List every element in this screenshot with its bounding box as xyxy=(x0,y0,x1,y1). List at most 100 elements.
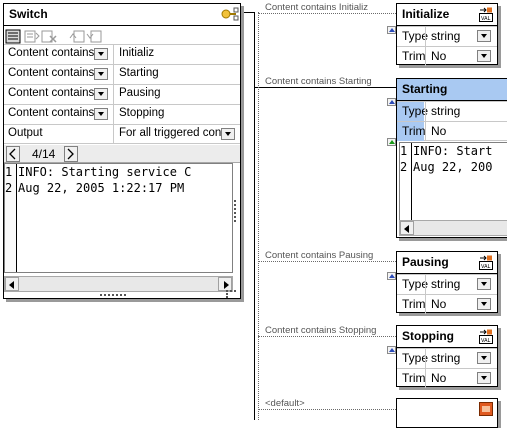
condition-type-dropdown[interactable] xyxy=(94,108,108,120)
stopping-input-port[interactable] xyxy=(387,346,396,354)
pager-prev-button[interactable] xyxy=(6,146,20,162)
switch-condition-row[interactable]: Content contains Starting xyxy=(4,64,240,84)
pausing-component[interactable]: Pausing VAL Type string Trim No xyxy=(396,251,498,314)
type-value[interactable]: string xyxy=(425,349,497,368)
switch-trunk-line xyxy=(254,12,255,420)
connector-pausing xyxy=(258,261,396,262)
stopping-type-row[interactable]: Type string xyxy=(397,348,497,368)
switch-condition-row[interactable]: Content contains Initializ xyxy=(4,44,240,64)
default-target-component[interactable] xyxy=(396,398,498,428)
switch-preview-console[interactable]: 1 INFO: Starting service C 2 Aug 22, 2005 … xyxy=(4,163,233,273)
trim-dropdown[interactable] xyxy=(477,298,491,310)
initialize-input-port[interactable] xyxy=(387,26,396,34)
resize-corner-grip[interactable] xyxy=(226,290,236,298)
starting-horizontal-scrollbar[interactable] xyxy=(399,220,507,236)
pager-next-button[interactable] xyxy=(64,146,78,162)
switch-toolbar-delete-icon[interactable] xyxy=(41,29,57,44)
condition-value-cell[interactable]: Stopping xyxy=(115,105,240,124)
connector-label-pausing: Content contains Pausing xyxy=(265,250,374,261)
connector-default xyxy=(258,409,396,410)
starting-input-port[interactable] xyxy=(387,98,396,106)
condition-type-dropdown[interactable] xyxy=(94,88,108,100)
condition-value-cell[interactable]: Starting xyxy=(115,65,240,84)
pausing-trim-row[interactable]: Trim No xyxy=(397,294,497,314)
condition-type-cell[interactable]: Content contains xyxy=(4,85,114,104)
starting-component[interactable]: Starting Type string Trim No 1 INFO: Star… xyxy=(396,78,507,238)
switch-output-key-icon[interactable] xyxy=(221,6,239,22)
condition-type-cell[interactable]: Content contains xyxy=(4,65,114,84)
condition-type-cell[interactable]: Content contains xyxy=(4,45,114,64)
console-line-text: INFO: Start xyxy=(413,144,493,158)
stopping-component[interactable]: Stopping VAL Type string Trim No xyxy=(396,325,498,388)
type-label: Type xyxy=(402,351,429,365)
type-value[interactable]: string xyxy=(425,275,497,294)
pager-counter: 4/14 xyxy=(32,147,56,161)
trim-dropdown[interactable] xyxy=(477,372,491,384)
starting-type-row[interactable]: Type string xyxy=(397,101,507,121)
output-dropdown[interactable] xyxy=(221,128,235,140)
condition-type-text: Content contains xyxy=(8,107,95,119)
trim-value-text: No xyxy=(431,297,447,311)
connector-label-initialize: Content contains Initializ xyxy=(265,2,368,13)
switch-output-row[interactable]: Output For all triggered con... xyxy=(4,124,240,144)
starting-trim-row[interactable]: Trim No xyxy=(397,121,507,141)
switch-toolbar-move-down-icon[interactable] xyxy=(86,29,102,44)
type-value-text: string xyxy=(431,29,461,43)
trim-label: Trim xyxy=(402,49,426,63)
trim-value[interactable]: No xyxy=(425,295,497,314)
switch-toolbar-edit-icon[interactable] xyxy=(5,29,21,44)
type-value[interactable]: string xyxy=(425,27,497,46)
trim-label: Trim xyxy=(397,122,426,141)
type-value[interactable]: string xyxy=(425,102,507,121)
initialize-trim-row[interactable]: Trim No xyxy=(397,46,497,66)
svg-text:VAL: VAL xyxy=(481,338,491,344)
trim-value[interactable]: No xyxy=(425,369,497,388)
console-line-text: Aug 22, 2005 1:22:17 PM xyxy=(18,181,185,195)
console-line: 2 Aug 22, 200 xyxy=(400,160,492,174)
val-icon: VAL xyxy=(479,255,493,270)
val-icon: VAL xyxy=(479,7,493,22)
condition-value-cell[interactable]: Initializ xyxy=(115,45,240,64)
connector-label-starting: Content contains Starting xyxy=(265,76,372,87)
stopping-trim-row[interactable]: Trim No xyxy=(397,368,497,388)
pausing-type-row[interactable]: Type string xyxy=(397,274,497,294)
link-to-starting xyxy=(254,87,396,88)
console-splitter-handle[interactable] xyxy=(234,200,238,222)
switch-condition-row[interactable]: Content contains Pausing xyxy=(4,84,240,104)
switch-toolbar-insert-icon[interactable] xyxy=(24,29,40,44)
output-value-cell[interactable]: For all triggered con... xyxy=(115,125,240,144)
trim-value[interactable]: No xyxy=(425,47,497,66)
stopping-title: Stopping xyxy=(402,329,454,343)
svg-text:VAL: VAL xyxy=(481,264,491,270)
pausing-input-port[interactable] xyxy=(387,272,396,280)
condition-type-cell[interactable]: Content contains xyxy=(4,105,114,124)
initialize-title: Initialize xyxy=(402,7,450,21)
starting-console-port[interactable] xyxy=(387,138,396,146)
trim-value-text: No xyxy=(431,371,447,385)
condition-value-cell[interactable]: Pausing xyxy=(115,85,240,104)
switch-condition-row[interactable]: Content contains Stopping xyxy=(4,104,240,124)
initialize-type-row[interactable]: Type string xyxy=(397,26,497,46)
scroll-left-button[interactable] xyxy=(400,221,414,235)
condition-type-text: Content contains xyxy=(8,47,95,59)
scroll-right-button[interactable] xyxy=(218,277,232,291)
initialize-component[interactable]: Initialize VAL Type string Trim No xyxy=(396,3,498,66)
scroll-left-button[interactable] xyxy=(5,277,19,291)
switch-horizontal-scrollbar[interactable] xyxy=(4,276,233,292)
trim-value[interactable]: No xyxy=(425,122,507,141)
switch-title-bar[interactable]: Switch xyxy=(4,4,240,26)
console-line: 1 INFO: Starting service C xyxy=(5,165,191,179)
condition-type-dropdown[interactable] xyxy=(94,48,108,60)
switch-toolbar-move-up-icon[interactable] xyxy=(69,29,85,44)
condition-type-dropdown[interactable] xyxy=(94,68,108,80)
starting-title-bar[interactable]: Starting xyxy=(397,79,507,101)
resize-grip[interactable] xyxy=(100,294,126,297)
type-dropdown[interactable] xyxy=(477,278,491,290)
starting-title: Starting xyxy=(402,82,448,96)
console-line-number: 1 xyxy=(5,165,13,179)
chevron-left-icon xyxy=(9,148,16,160)
connector-vertical xyxy=(258,12,259,420)
trim-dropdown[interactable] xyxy=(477,50,491,62)
type-dropdown[interactable] xyxy=(477,352,491,364)
type-dropdown[interactable] xyxy=(477,30,491,42)
